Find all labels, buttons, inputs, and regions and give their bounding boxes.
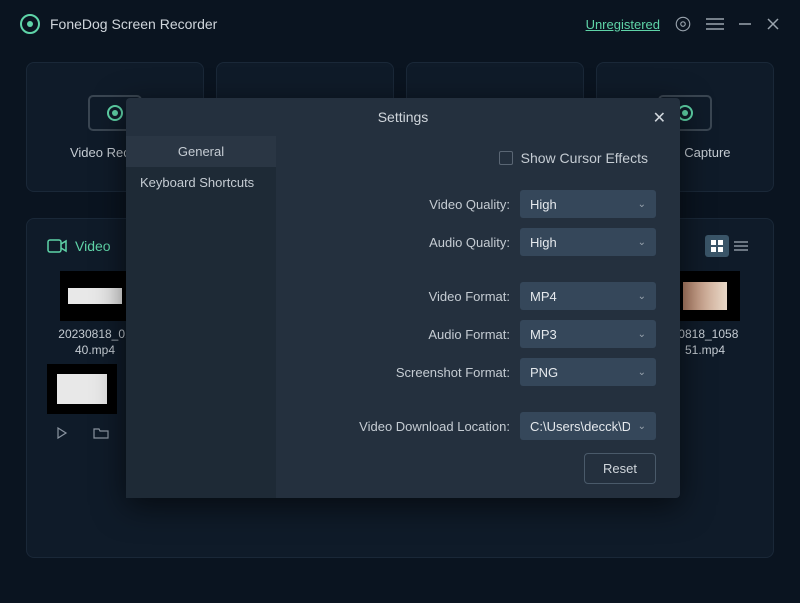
gear-icon[interactable] [674, 15, 692, 33]
tab-video[interactable]: Video [47, 238, 111, 254]
app-header: FoneDog Screen Recorder Unregistered [0, 0, 800, 48]
modal-body: General Keyboard Shortcuts Show Cursor E… [126, 136, 680, 498]
download-location-row: Video Download Location: C:\Users\decck\… [276, 412, 656, 440]
settings-sidebar: General Keyboard Shortcuts [126, 136, 276, 498]
play-icon[interactable] [55, 426, 69, 440]
chevron-down-icon: ⌄ [638, 329, 646, 340]
form-label: Screenshot Format: [396, 365, 510, 380]
video-quality-row: Video Quality: High ⌄ [276, 190, 656, 218]
select-value: C:\Users\decck\Do [530, 419, 630, 434]
select-value: MP4 [530, 289, 557, 304]
close-icon[interactable]: ✕ [653, 108, 666, 128]
list-icon [734, 240, 748, 252]
video-format-select[interactable]: MP4 ⌄ [520, 282, 656, 310]
thumbnail [670, 271, 740, 321]
grid-view-button[interactable] [705, 235, 729, 257]
view-toggle [705, 235, 753, 257]
download-location-select[interactable]: C:\Users\decck\Do ⌄ [520, 412, 656, 440]
audio-format-select[interactable]: MP3 ⌄ [520, 320, 656, 348]
menu-icon[interactable] [706, 17, 724, 31]
reset-button[interactable]: Reset [584, 453, 656, 484]
chevron-down-icon: ⌄ [638, 237, 646, 248]
file-name: 20230818_01 40.mp4 [58, 327, 131, 358]
select-value: High [530, 235, 557, 250]
form-label: Video Format: [429, 289, 510, 304]
app-title: FoneDog Screen Recorder [50, 16, 217, 32]
file-name: 30818_1058 51.mp4 [672, 327, 739, 358]
sidebar-item-shortcuts[interactable]: Keyboard Shortcuts [126, 167, 276, 198]
video-format-row: Video Format: MP4 ⌄ [276, 282, 656, 310]
modal-title: Settings [378, 109, 429, 125]
app-logo-icon [20, 14, 40, 34]
audio-format-row: Audio Format: MP3 ⌄ [276, 320, 656, 348]
folder-icon[interactable] [93, 426, 109, 440]
screenshot-format-select[interactable]: PNG ⌄ [520, 358, 656, 386]
close-icon[interactable] [766, 17, 780, 31]
form-label: Audio Format: [428, 327, 510, 342]
chevron-down-icon: ⌄ [638, 367, 646, 378]
chevron-down-icon: ⌄ [638, 291, 646, 302]
header-right: Unregistered [586, 15, 780, 33]
header-left: FoneDog Screen Recorder [20, 14, 217, 34]
select-value: High [530, 197, 557, 212]
settings-content: Show Cursor Effects Video Quality: High … [276, 136, 680, 498]
video-quality-select[interactable]: High ⌄ [520, 190, 656, 218]
cursor-effects-row: Show Cursor Effects [276, 150, 656, 166]
form-label: Audio Quality: [429, 235, 510, 250]
thumbnail [60, 271, 130, 321]
grid-icon [710, 239, 724, 253]
audio-quality-select[interactable]: High ⌄ [520, 228, 656, 256]
screenshot-format-row: Screenshot Format: PNG ⌄ [276, 358, 656, 386]
settings-modal: Settings ✕ General Keyboard Shortcuts Sh… [126, 98, 680, 498]
cursor-effects-checkbox[interactable] [499, 151, 513, 165]
chevron-down-icon: ⌄ [638, 199, 646, 210]
tab-label: Video [75, 238, 111, 254]
video-icon [47, 239, 67, 253]
select-value: PNG [530, 365, 558, 380]
form-label: Video Download Location: [359, 419, 510, 434]
sidebar-item-general[interactable]: General [126, 136, 276, 167]
chevron-down-icon: ⌄ [638, 421, 646, 432]
audio-quality-row: Audio Quality: High ⌄ [276, 228, 656, 256]
form-label: Video Quality: [429, 197, 510, 212]
list-view-button[interactable] [729, 235, 753, 257]
thumbnail[interactable] [47, 364, 117, 414]
select-value: MP3 [530, 327, 557, 342]
modal-header: Settings ✕ [126, 98, 680, 136]
unregistered-link[interactable]: Unregistered [586, 17, 660, 32]
minimize-icon[interactable] [738, 17, 752, 31]
cursor-effects-label: Show Cursor Effects [521, 150, 648, 166]
